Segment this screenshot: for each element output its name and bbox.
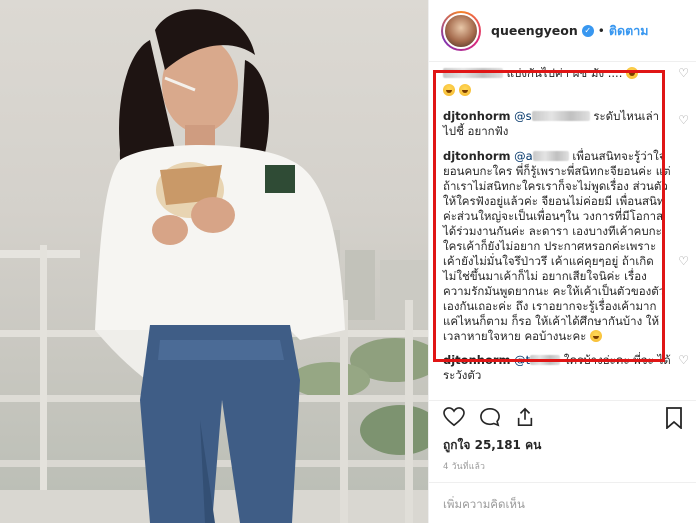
heart-icon[interactable]: ♡ [678, 66, 689, 81]
heart-icon[interactable]: ♡ [678, 353, 689, 368]
post-side-panel: queengyeon ✓ • ติดตาม แบ่งกันไปค่า ผช มั… [428, 0, 696, 523]
verified-badge-icon: ✓ [581, 24, 594, 37]
post-header: queengyeon ✓ • ติดตาม [429, 0, 696, 62]
avatar[interactable] [441, 10, 481, 51]
heart-icon[interactable] [443, 406, 465, 427]
likes-count[interactable]: ถูกใจ 25,181 คน [443, 436, 541, 455]
heart-icon[interactable]: ♡ [678, 254, 689, 269]
add-comment-input[interactable]: เพิ่มความคิดเห็น [429, 482, 696, 523]
photo-illustration [0, 9, 428, 523]
action-bar [429, 400, 696, 432]
follow-button[interactable]: ติดตาม [609, 21, 649, 41]
separator-dot: • [597, 23, 605, 38]
bookmark-icon[interactable] [665, 407, 683, 429]
post-photo[interactable] [0, 0, 428, 523]
post-timestamp[interactable]: 4 วันที่แล้ว [443, 459, 485, 473]
share-icon[interactable] [515, 407, 535, 427]
highlight-box [433, 70, 665, 362]
comment-icon[interactable] [479, 407, 501, 427]
heart-icon[interactable]: ♡ [678, 113, 689, 128]
avatar-image [443, 12, 479, 49]
username[interactable]: queengyeon [491, 23, 578, 38]
